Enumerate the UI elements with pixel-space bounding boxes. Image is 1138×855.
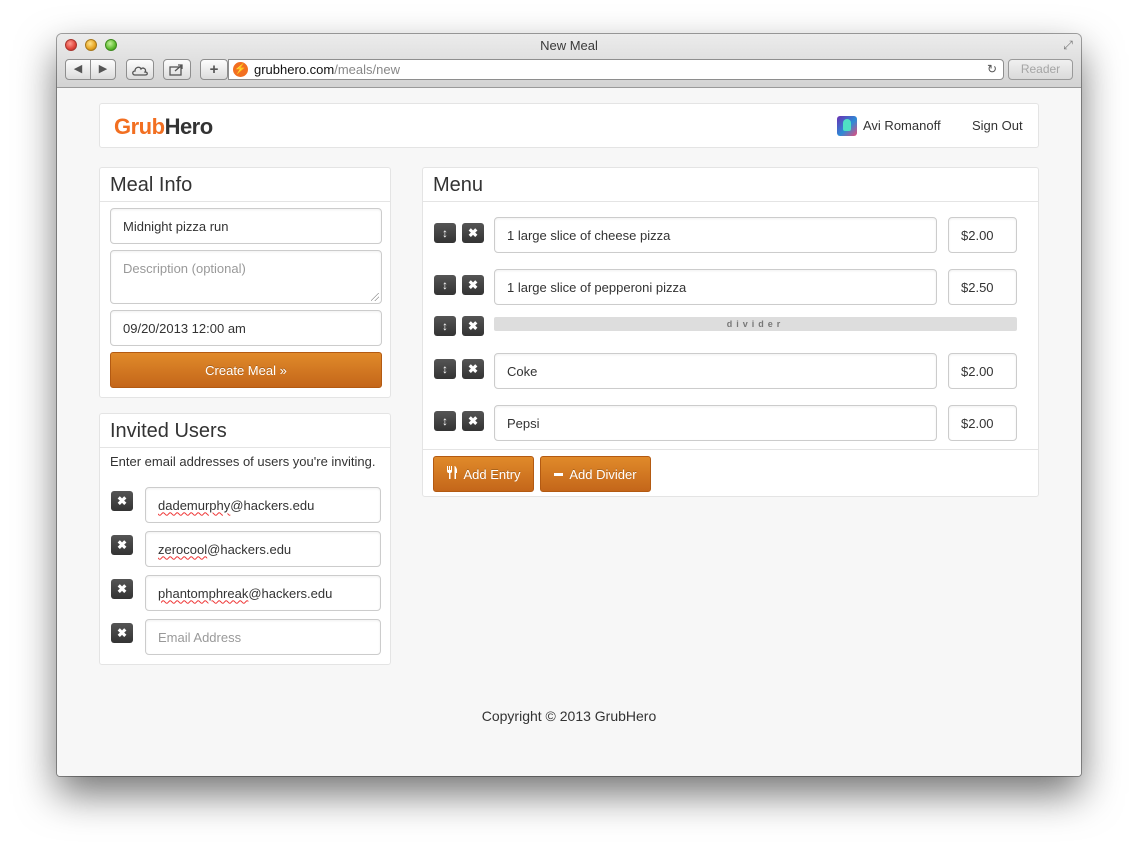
move-entry-handle[interactable]: ↕ (434, 359, 456, 379)
invite-email-input[interactable]: dademurphy @hackers.edu (145, 487, 381, 523)
remove-invite-button[interactable]: ✖ (111, 579, 133, 599)
new-tab-button[interactable]: + (200, 59, 228, 80)
remove-icon: ✖ (467, 226, 479, 240)
remove-icon: ✖ (116, 538, 128, 552)
remove-entry-button[interactable]: ✖ (462, 359, 484, 379)
add-entry-button[interactable]: Add Entry (433, 456, 534, 492)
remove-icon: ✖ (467, 319, 479, 333)
user-name-link[interactable]: Avi Romanoff (863, 118, 941, 133)
remove-invite-button[interactable]: ✖ (111, 623, 133, 643)
menu-entry-price-input[interactable]: $2.00 (948, 405, 1017, 441)
menu-footer-divider (423, 449, 1038, 450)
move-icon: ↕ (442, 362, 448, 376)
move-icon: ↕ (442, 226, 448, 240)
move-divider-handle[interactable]: ↕ (434, 316, 456, 336)
address-bar[interactable]: ⚡ grubhero.com/meals/new ↻ (228, 59, 1004, 80)
invite-email-input[interactable]: phantomphreak @hackers.edu (145, 575, 381, 611)
move-entry-handle[interactable]: ↕ (434, 223, 456, 243)
browser-window: New Meal ⤢ ◀ ▶ + ⚡ grubhero.com/meals/ne… (57, 34, 1081, 776)
icloud-tabs-button[interactable] (126, 59, 154, 80)
move-entry-handle[interactable]: ↕ (434, 411, 456, 431)
remove-invite-button[interactable]: ✖ (111, 491, 133, 511)
add-divider-button[interactable]: Add Divider (540, 456, 651, 492)
fullscreen-icon[interactable]: ⤢ (1061, 38, 1075, 52)
url-text: grubhero.com/meals/new (254, 62, 400, 77)
menu-title: Menu (433, 174, 484, 196)
move-entry-handle[interactable]: ↕ (434, 275, 456, 295)
sign-out-link[interactable]: Sign Out (972, 118, 1023, 133)
move-icon: ↕ (442, 319, 448, 333)
remove-icon: ✖ (467, 278, 479, 292)
menu-entry-name-input[interactable]: Coke (494, 353, 937, 389)
remove-entry-button[interactable]: ✖ (462, 275, 484, 295)
panel-divider (423, 201, 1038, 202)
meal-info-title: Meal Info (110, 174, 193, 196)
remove-icon: ✖ (467, 414, 479, 428)
remove-icon: ✖ (116, 494, 128, 508)
menu-entry-price-input[interactable]: $2.50 (948, 269, 1017, 305)
create-meal-button[interactable]: Create Meal » (110, 352, 382, 388)
window-title: New Meal (540, 38, 598, 53)
remove-divider-button[interactable]: ✖ (462, 316, 484, 336)
menu-entry-price-input[interactable]: $2.00 (948, 353, 1017, 389)
invite-help-text: Enter email addresses of users you're in… (110, 454, 376, 469)
description-textarea[interactable]: Description (optional) (110, 250, 382, 304)
panel-divider (100, 447, 390, 448)
cloud-icon (132, 66, 148, 76)
remove-icon: ✖ (116, 582, 128, 596)
menu-entry-name-input[interactable]: 1 large slice of pepperoni pizza (494, 269, 937, 305)
remove-icon: ✖ (467, 362, 479, 376)
panel-divider (100, 201, 390, 202)
plus-icon: + (209, 61, 219, 78)
resize-handle-icon[interactable] (371, 293, 379, 301)
remove-invite-button[interactable]: ✖ (111, 535, 133, 555)
menu-entry-price-input[interactable]: $2.00 (948, 217, 1017, 253)
back-button[interactable]: ◀ (65, 59, 91, 80)
avatar[interactable] (837, 116, 857, 136)
footer-copyright: Copyright © 2013 GrubHero (481, 708, 657, 724)
forward-button[interactable]: ▶ (90, 59, 116, 80)
navbar: GrubHero Avi Romanoff Sign Out (99, 103, 1039, 148)
brand-logo[interactable]: GrubHero (114, 114, 213, 140)
menu-divider: divider (494, 317, 1017, 331)
reload-icon[interactable]: ↻ (987, 62, 997, 76)
remove-entry-button[interactable]: ✖ (462, 223, 484, 243)
invited-users-panel: Invited Users Enter email addresses of u… (99, 413, 391, 665)
move-icon: ↕ (442, 278, 448, 292)
remove-entry-button[interactable]: ✖ (462, 411, 484, 431)
fork-knife-icon (446, 466, 458, 482)
menu-panel: Menu ↕ ✖ 1 large slice of cheese pizza $… (422, 167, 1039, 497)
remove-icon: ✖ (116, 626, 128, 640)
meal-name-input[interactable]: Midnight pizza run (110, 208, 382, 244)
share-icon (169, 64, 183, 76)
datetime-input[interactable]: 09/20/2013 12:00 am (110, 310, 382, 346)
grubhero-favicon-icon: ⚡ (233, 62, 248, 77)
page-content: GrubHero Avi Romanoff Sign Out Meal Info… (57, 88, 1081, 776)
menu-entry-name-input[interactable]: Pepsi (494, 405, 937, 441)
invited-users-title: Invited Users (110, 420, 227, 442)
forward-arrow-icon: ▶ (98, 63, 108, 75)
move-icon: ↕ (442, 414, 448, 428)
share-button[interactable] (163, 59, 191, 80)
meal-info-panel: Meal Info Midnight pizza run Description… (99, 167, 391, 398)
reader-button[interactable]: Reader (1008, 59, 1073, 80)
new-email-input[interactable]: Email Address (145, 619, 381, 655)
back-arrow-icon: ◀ (73, 63, 83, 75)
minus-icon (554, 472, 564, 476)
menu-entry-name-input[interactable]: 1 large slice of cheese pizza (494, 217, 937, 253)
titlebar: New Meal ⤢ ◀ ▶ + ⚡ grubhero.com/meals/ne… (57, 34, 1081, 88)
invite-email-input[interactable]: zerocool @hackers.edu (145, 531, 381, 567)
